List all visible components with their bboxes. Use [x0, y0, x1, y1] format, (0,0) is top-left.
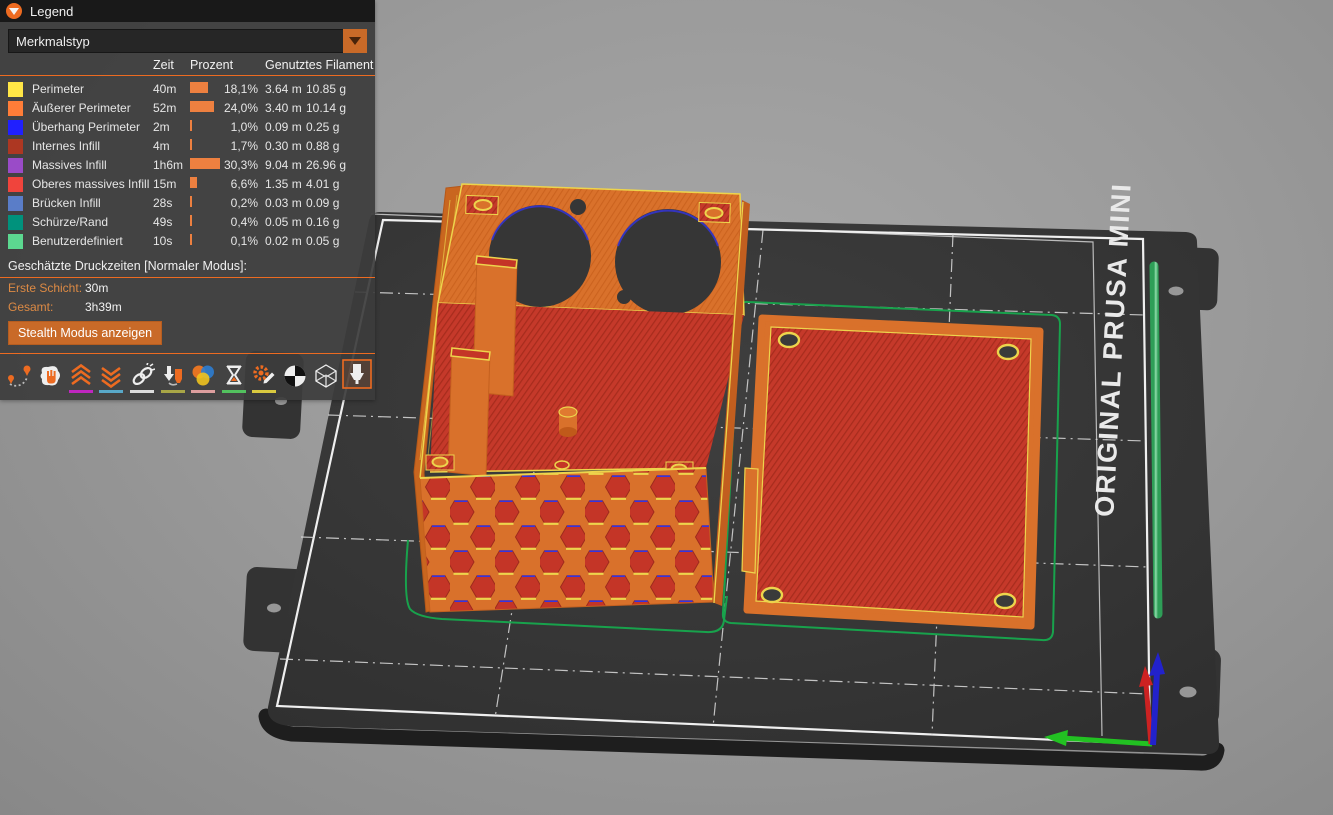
center-of-mass-icon[interactable] [282, 363, 309, 393]
legend-row: Schürze/Rand 49s 0,4% 0.05 m 0.16 g [0, 213, 375, 232]
legend-row: Brücken Infill 28s 0,2% 0.03 m 0.09 g [0, 194, 375, 213]
estimates-heading: Geschätzte Druckzeiten [Normaler Modus]: [0, 253, 375, 277]
wipe-moves-icon[interactable] [37, 363, 64, 393]
shells-icon[interactable] [312, 363, 339, 393]
legend-panel: Legend Merkmalstyp Zeit Prozent Genutzte… [0, 0, 375, 400]
legend-row: Perimeter 40m 18,1% 3.64 m 10.85 g [0, 80, 375, 99]
col-percent: Prozent [190, 58, 233, 72]
model-enclosure-box[interactable] [414, 184, 750, 612]
feature-color-swatch [8, 234, 23, 249]
feature-color-swatch [8, 177, 23, 192]
dropdown-arrow-icon[interactable] [343, 29, 367, 53]
legend-rows: Perimeter 40m 18,1% 3.64 m 10.85 g Äußer… [0, 76, 375, 253]
legend-row: Massives Infill 1h6m 30,3% 9.04 m 26.96 … [0, 156, 375, 175]
total-time-row: Gesamt: 3h39m [0, 297, 375, 316]
legend-table-header: Zeit Prozent Genutztes Filament [0, 58, 375, 75]
retractions-icon[interactable] [67, 363, 94, 393]
feature-color-swatch [8, 196, 23, 211]
custom-gcode-strip [1154, 266, 1158, 614]
legend-row: Äußerer Perimeter 52m 24,0% 3.40 m 10.14… [0, 99, 375, 118]
selected-tool-icon[interactable] [343, 359, 371, 393]
seams-icon[interactable] [129, 363, 156, 393]
stealth-mode-button[interactable]: Stealth Modus anzeigen [8, 321, 162, 345]
custom-gcodes-icon[interactable] [251, 363, 278, 393]
col-time: Zeit [153, 58, 174, 72]
feature-color-swatch [8, 82, 23, 97]
tool-changes-icon[interactable] [159, 363, 186, 393]
legend-row: Benutzerdefiniert 10s 0,1% 0.02 m 0.05 g [0, 232, 375, 251]
feature-color-swatch [8, 215, 23, 230]
preview-options-toolbar [0, 354, 375, 400]
feature-color-swatch [8, 101, 23, 116]
legend-row: Internes Infill 4m 1,7% 0.30 m 0.88 g [0, 137, 375, 156]
pause-prints-icon[interactable] [220, 363, 247, 393]
view-type-dropdown[interactable]: Merkmalstyp [8, 29, 367, 53]
col-filament: Genutztes Filament [265, 58, 373, 72]
model-lid-plate[interactable] [742, 318, 1040, 626]
legend-title: Legend [30, 4, 73, 19]
feature-color-swatch [8, 120, 23, 135]
first-layer-row: Erste Schicht: 30m [0, 278, 375, 297]
legend-row: Überhang Perimeter 2m 1,0% 0.09 m 0.25 g [0, 118, 375, 137]
color-changes-icon[interactable] [190, 363, 217, 393]
feature-color-swatch [8, 158, 23, 173]
collapse-arrow-icon[interactable] [6, 3, 22, 19]
legend-titlebar[interactable]: Legend [0, 0, 375, 22]
feature-color-swatch [8, 139, 23, 154]
view-type-value: Merkmalstyp [16, 34, 90, 49]
travel-moves-icon[interactable] [6, 363, 33, 393]
legend-row: Oberes massives Infill 15m 6,6% 1.35 m 4… [0, 175, 375, 194]
deretractions-icon[interactable] [98, 363, 125, 393]
